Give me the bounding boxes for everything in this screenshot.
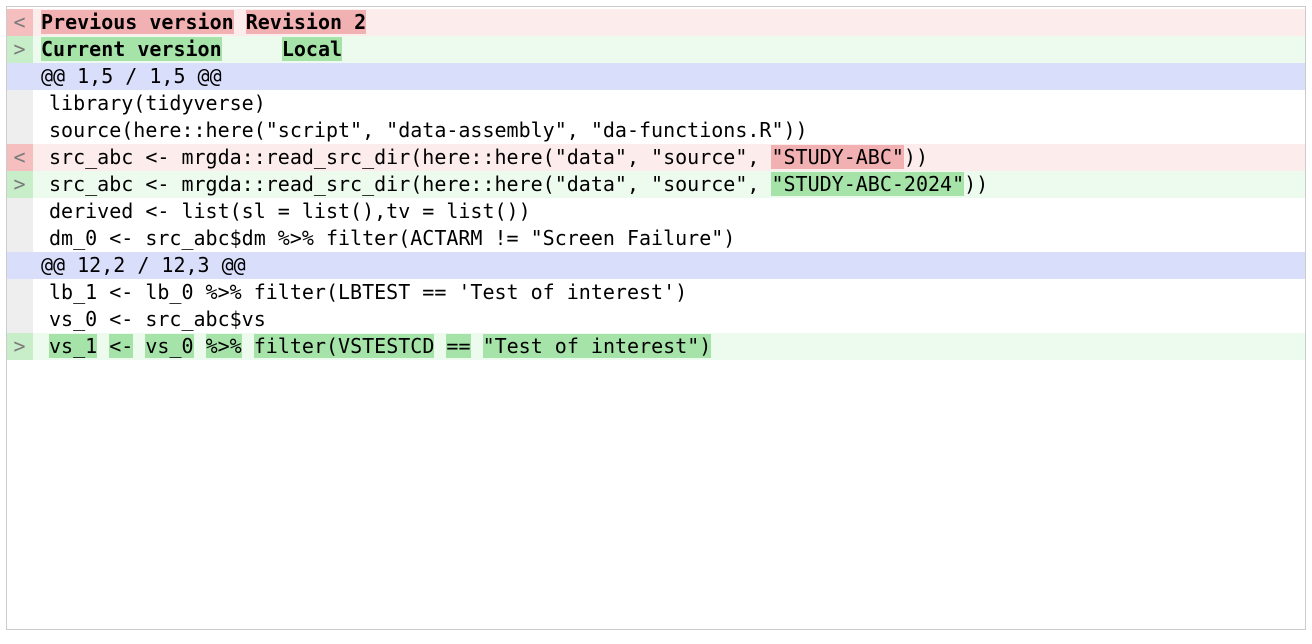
hunk-1-text: @@ 1,5 / 1,5 @@ xyxy=(33,63,1305,90)
gutter-blank xyxy=(7,63,33,90)
code-line: src_abc <- mrgda::read_src_dir(here::her… xyxy=(41,171,1305,198)
inline-add: <- xyxy=(109,334,133,358)
inline-add: %>% xyxy=(206,334,242,358)
inline-add: == xyxy=(446,334,470,358)
diff-line-context: dm_0 <- src_abc$dm %>% filter(ACTARM != … xyxy=(7,225,1305,252)
header-row-previous: < Previous version Revision 2 xyxy=(7,9,1305,36)
marker-previous: < xyxy=(7,9,33,36)
diff-line-deleted: < src_abc <- mrgda::read_src_dir(here::h… xyxy=(7,144,1305,171)
code-line: source(here::here("script", "data-assemb… xyxy=(41,117,1305,144)
gutter-blank xyxy=(7,117,33,144)
code-line: vs_0 <- src_abc$vs xyxy=(41,306,1305,333)
inline-add: filter(VSTESTCD xyxy=(254,334,435,358)
diff-viewer: < Previous version Revision 2 > Current … xyxy=(6,6,1306,630)
gutter-blank xyxy=(7,252,33,279)
inline-add: vs_0 xyxy=(145,334,193,358)
header-current-revision: Local xyxy=(282,37,342,61)
diff-line-added: > vs_1 <- vs_0 %>% filter(VSTESTCD == "T… xyxy=(7,333,1305,360)
inline-delete: "STUDY-ABC" xyxy=(771,145,903,169)
hunk-2-text: @@ 12,2 / 12,3 @@ xyxy=(33,252,1305,279)
diff-line-context: vs_0 <- src_abc$vs xyxy=(7,306,1305,333)
diff-line-context: derived <- list(sl = list(),tv = list()) xyxy=(7,198,1305,225)
diff-line-context: lb_1 <- lb_0 %>% filter(LBTEST == 'Test … xyxy=(7,279,1305,306)
header-previous-content: Previous version Revision 2 xyxy=(33,9,1305,36)
marker-current: > xyxy=(7,36,33,63)
header-previous-label: Previous version xyxy=(41,10,234,34)
header-current-label: Current version xyxy=(41,37,222,61)
marker-current: > xyxy=(7,171,33,198)
gutter-blank xyxy=(7,225,33,252)
inline-add: "Test of interest") xyxy=(483,334,712,358)
diff-line-context: library(tidyverse) xyxy=(7,90,1305,117)
code-line: derived <- list(sl = list(),tv = list()) xyxy=(41,198,1305,225)
diff-line-context: source(here::here("script", "data-assemb… xyxy=(7,117,1305,144)
header-current-content: Current version Local xyxy=(33,36,1305,63)
code-line: dm_0 <- src_abc$dm %>% filter(ACTARM != … xyxy=(41,225,1305,252)
header-previous-revision: Revision 2 xyxy=(246,10,366,34)
inline-add: vs_1 xyxy=(49,334,97,358)
marker-current: > xyxy=(7,333,33,360)
code-line: vs_1 <- vs_0 %>% filter(VSTESTCD == "Tes… xyxy=(41,333,1305,360)
gutter-blank xyxy=(7,198,33,225)
gutter-blank xyxy=(7,306,33,333)
code-line: lb_1 <- lb_0 %>% filter(LBTEST == 'Test … xyxy=(41,279,1305,306)
code-line: src_abc <- mrgda::read_src_dir(here::her… xyxy=(41,144,1305,171)
header-row-current: > Current version Local xyxy=(7,36,1305,63)
diff-line-added: > src_abc <- mrgda::read_src_dir(here::h… xyxy=(7,171,1305,198)
hunk-header-1: @@ 1,5 / 1,5 @@ xyxy=(7,63,1305,90)
inline-add: "STUDY-ABC-2024" xyxy=(771,172,964,196)
marker-previous: < xyxy=(7,144,33,171)
code-line: library(tidyverse) xyxy=(41,90,1305,117)
gutter-blank xyxy=(7,90,33,117)
hunk-header-2: @@ 12,2 / 12,3 @@ xyxy=(7,252,1305,279)
gutter-blank xyxy=(7,279,33,306)
